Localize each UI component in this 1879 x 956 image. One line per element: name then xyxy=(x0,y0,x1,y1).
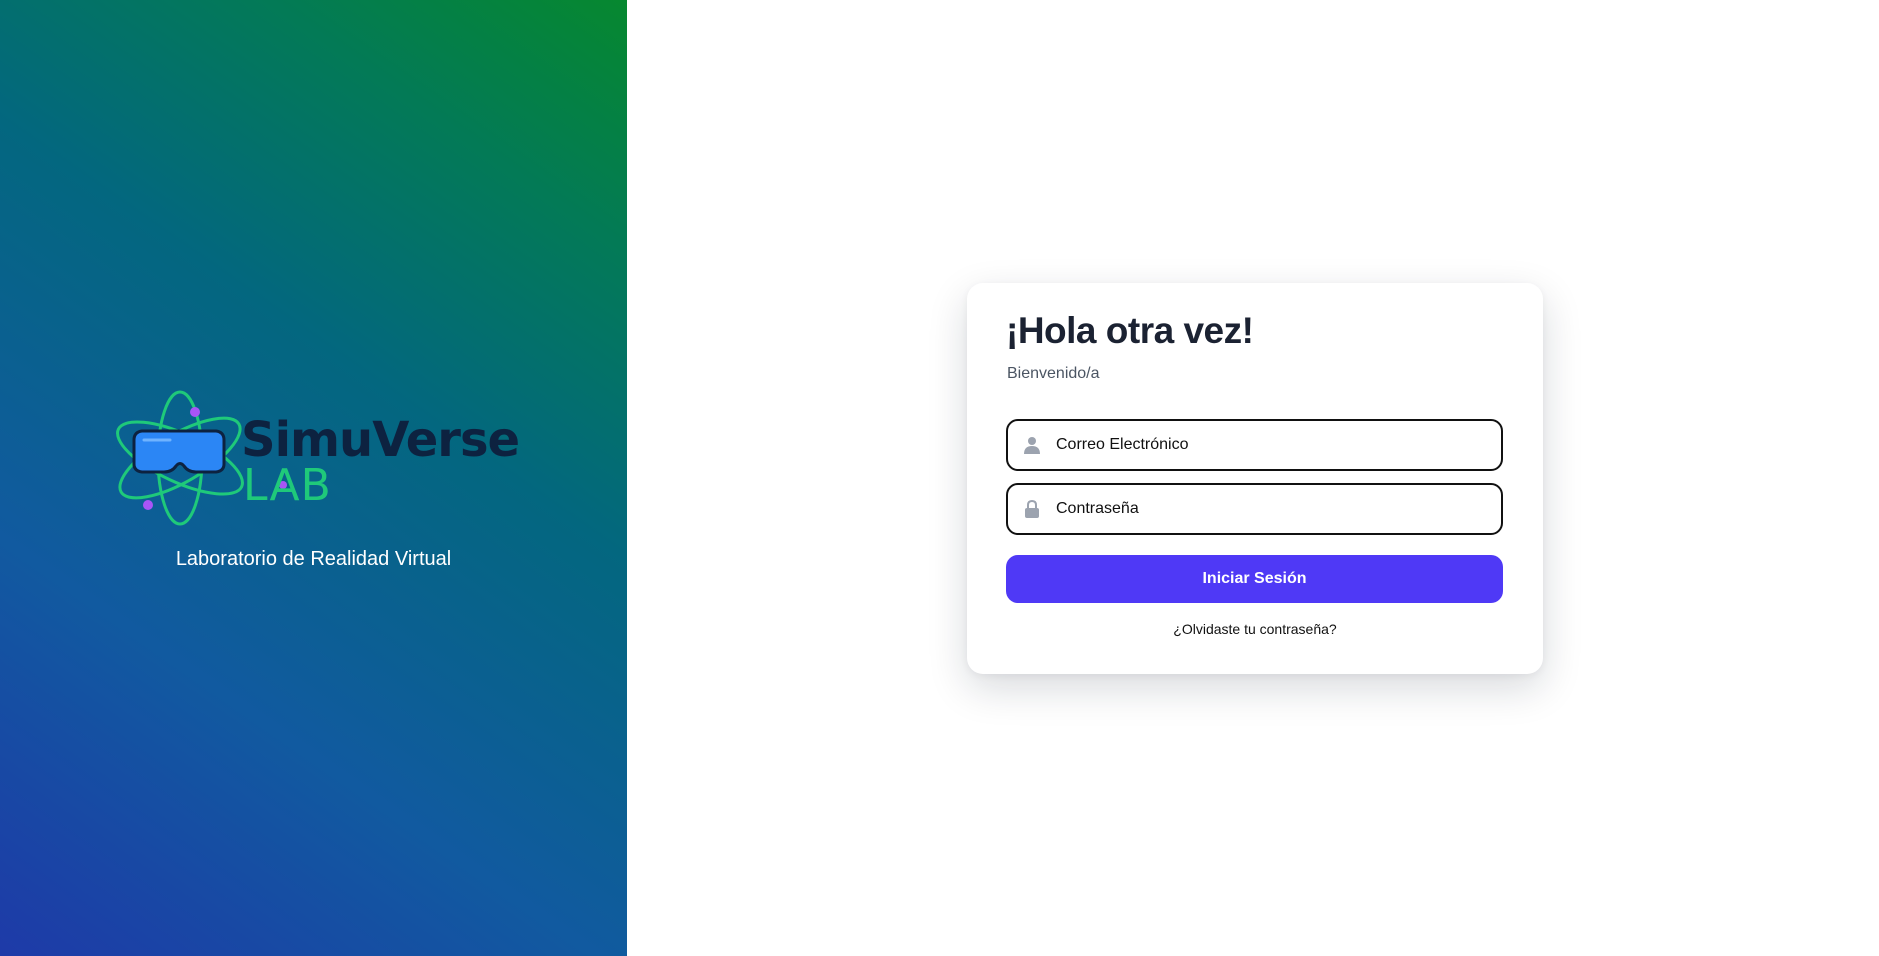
email-input[interactable] xyxy=(1054,435,1498,455)
vr-headset-icon xyxy=(132,429,226,474)
login-button[interactable]: Iniciar Sesión xyxy=(1006,555,1503,603)
user-icon xyxy=(1023,436,1041,454)
lock-icon xyxy=(1023,500,1041,518)
password-field[interactable] xyxy=(1006,483,1503,535)
login-page: SimuVerse LAB Laboratorio de Realidad Vi… xyxy=(0,0,1879,956)
atom-orbit-icon xyxy=(116,390,244,526)
brand-panel: SimuVerse LAB Laboratorio de Realidad Vi… xyxy=(0,0,627,956)
electron-dot xyxy=(143,500,153,510)
forgot-password-link[interactable]: ¿Olvidaste tu contraseña? xyxy=(967,621,1543,637)
password-input[interactable] xyxy=(1054,499,1498,519)
page-title: ¡Hola otra vez! xyxy=(1006,310,1254,351)
login-card: ¡Hola otra vez! Bienvenido/a Iniciar Ses… xyxy=(967,283,1543,674)
electron-dot xyxy=(190,407,200,417)
brand-tagline: Laboratorio de Realidad Virtual xyxy=(175,548,452,570)
brand-suffix: LAB xyxy=(243,460,332,511)
email-field[interactable] xyxy=(1006,419,1503,471)
welcome-subtitle: Bienvenido/a xyxy=(1007,365,1100,382)
logo: SimuVerse LAB xyxy=(100,380,540,540)
brand-name: SimuVerse xyxy=(241,412,520,468)
